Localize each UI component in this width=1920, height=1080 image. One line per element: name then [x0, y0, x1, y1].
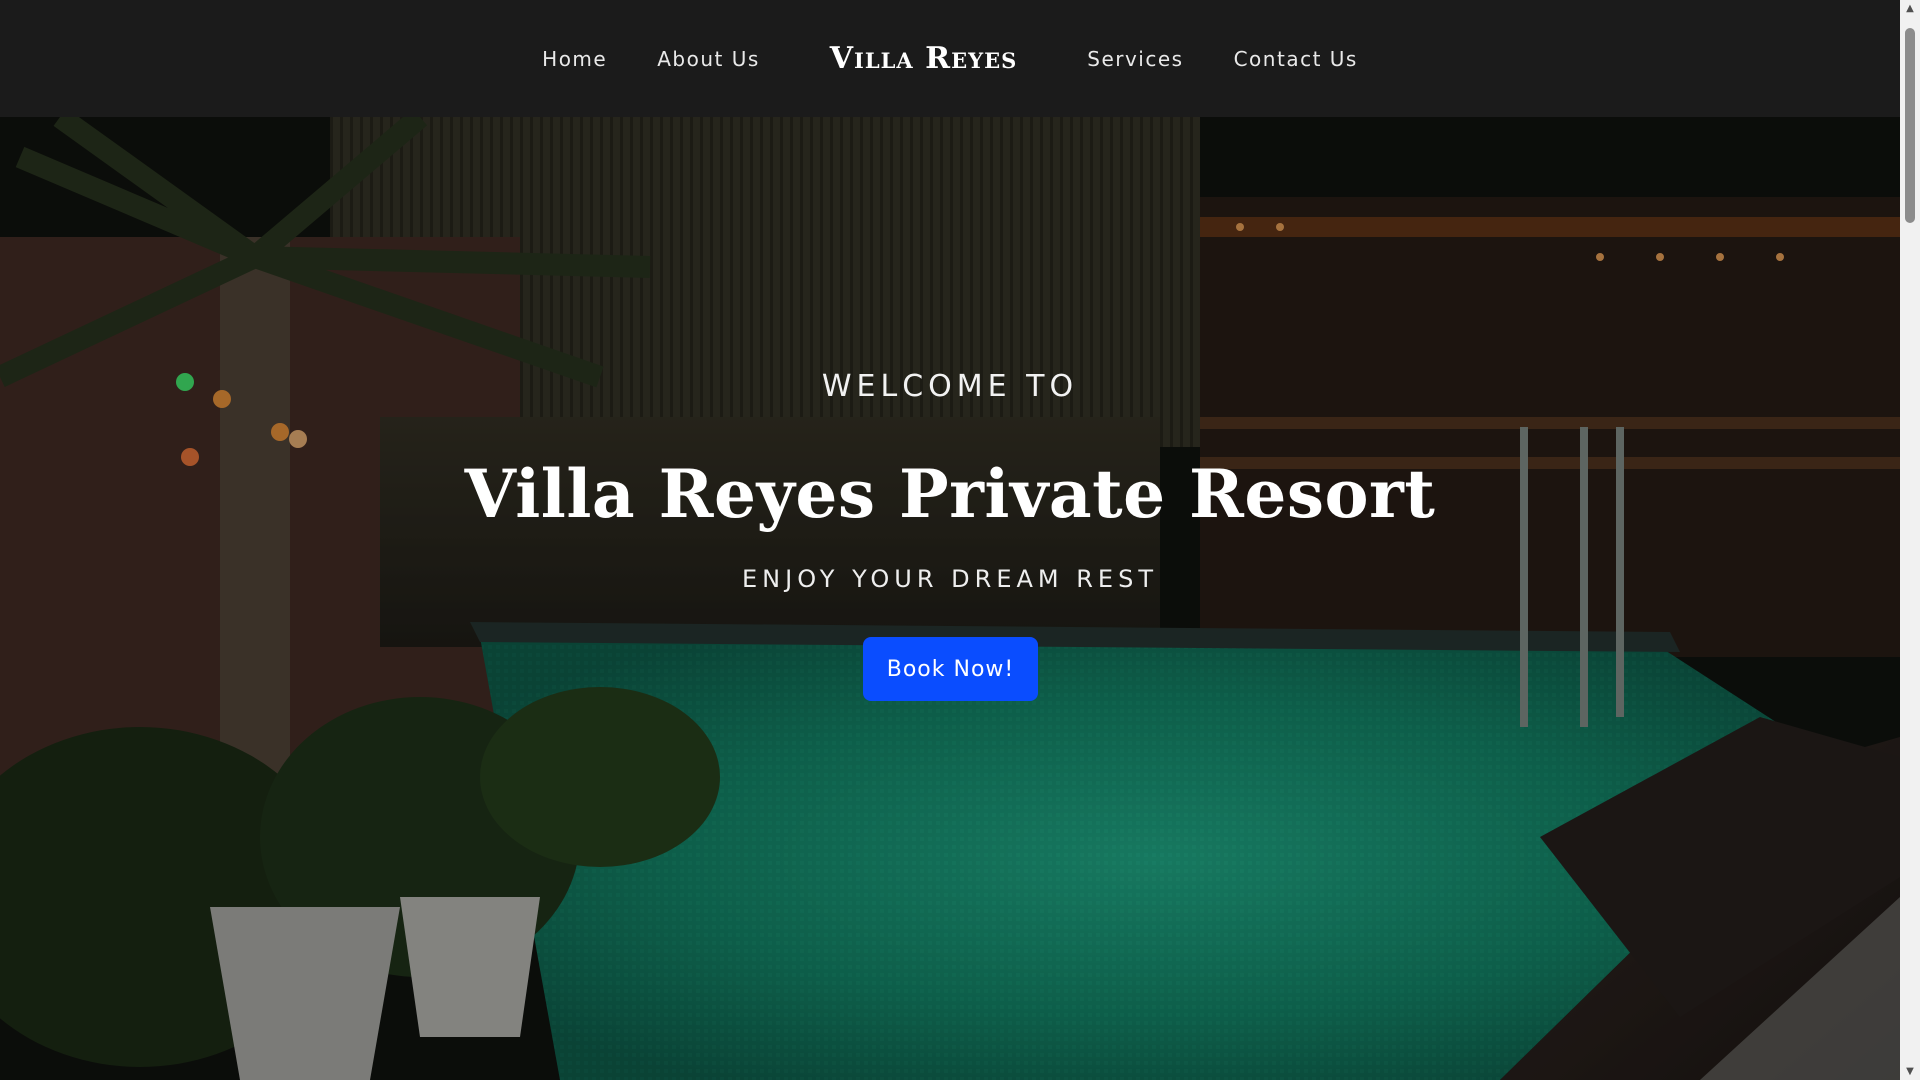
nav-link-contact-us[interactable]: Contact Us: [1209, 47, 1383, 71]
nav-link-home[interactable]: Home: [517, 47, 632, 71]
scroll-down-arrow-icon[interactable]: ▼: [1900, 1063, 1920, 1080]
page-scrollbar[interactable]: ▲ ▼: [1900, 0, 1920, 1080]
book-now-button[interactable]: Book Now!: [863, 637, 1038, 701]
nav-link-about-us[interactable]: About Us: [632, 47, 785, 71]
brand-logo[interactable]: Villa Reyes: [830, 41, 1017, 76]
page: Home About Us Villa Reyes Services Conta…: [0, 0, 1900, 1080]
hero-tagline: ENJOY YOUR DREAM REST: [742, 565, 1158, 593]
scrollbar-thumb[interactable]: [1905, 28, 1915, 223]
hero-title: Villa Reyes Private Resort: [464, 455, 1436, 533]
hero-welcome-text: WELCOME TO: [821, 369, 1079, 404]
hero-content: WELCOME TO Villa Reyes Private Resort EN…: [0, 117, 1900, 1080]
scroll-up-arrow-icon[interactable]: ▲: [1900, 0, 1920, 17]
top-navbar: Home About Us Villa Reyes Services Conta…: [0, 0, 1900, 117]
nav-link-services[interactable]: Services: [1062, 47, 1208, 71]
hero-section: WELCOME TO Villa Reyes Private Resort EN…: [0, 117, 1900, 1080]
